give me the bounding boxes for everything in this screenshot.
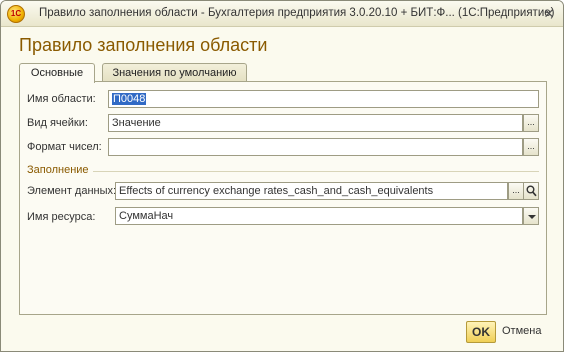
data-element-label: Элемент данных: (27, 185, 117, 197)
cell-type-value: Значение (112, 117, 161, 129)
cancel-button[interactable]: Отмена (502, 325, 541, 337)
close-icon[interactable]: ✕ (541, 6, 557, 22)
tab-defaults[interactable]: Значения по умолчанию (102, 63, 247, 82)
search-icon (526, 185, 537, 197)
resource-name-label: Имя ресурса: (27, 211, 96, 223)
number-format-input[interactable] (108, 138, 523, 156)
number-format-label: Формат чисел: (27, 141, 102, 153)
window-title: Правило заполнения области - Бухгалтерия… (39, 7, 555, 19)
tab-defaults-label: Значения по умолчанию (112, 67, 237, 79)
cell-type-label: Вид ячейки: (27, 117, 88, 129)
title-bar[interactable]: 1С Правило заполнения области - Бухгалте… (1, 1, 563, 27)
form-title: Правило заполнения области (19, 35, 268, 55)
data-element-input[interactable]: Effects of currency exchange rates_cash_… (115, 182, 508, 200)
area-name-value: П0048 (112, 93, 147, 105)
number-format-choose-button[interactable]: ... (523, 138, 539, 156)
ok-button[interactable]: OK (466, 321, 496, 343)
resource-name-value: СуммаНач (119, 210, 174, 222)
data-element-choose-button[interactable]: ... (508, 182, 524, 200)
area-name-label: Имя области: (27, 93, 96, 105)
cell-type-choose-button[interactable]: ... (523, 114, 539, 132)
tab-main[interactable]: Основные (19, 63, 95, 83)
tab-main-label: Основные (30, 67, 84, 79)
filling-group-label: Заполнение (27, 164, 89, 176)
data-element-search-button[interactable] (523, 182, 539, 200)
chevron-down-icon[interactable] (523, 207, 539, 225)
filling-group-divider (93, 171, 539, 172)
area-name-input[interactable]: П0048 (108, 90, 539, 108)
data-element-value: Effects of currency exchange rates_cash_… (119, 185, 434, 197)
dialog-window: 1С Правило заполнения области - Бухгалте… (0, 0, 564, 352)
cell-type-input[interactable]: Значение (108, 114, 523, 132)
resource-name-select[interactable]: СуммаНач (115, 207, 523, 225)
1c-app-icon: 1С (7, 5, 25, 23)
